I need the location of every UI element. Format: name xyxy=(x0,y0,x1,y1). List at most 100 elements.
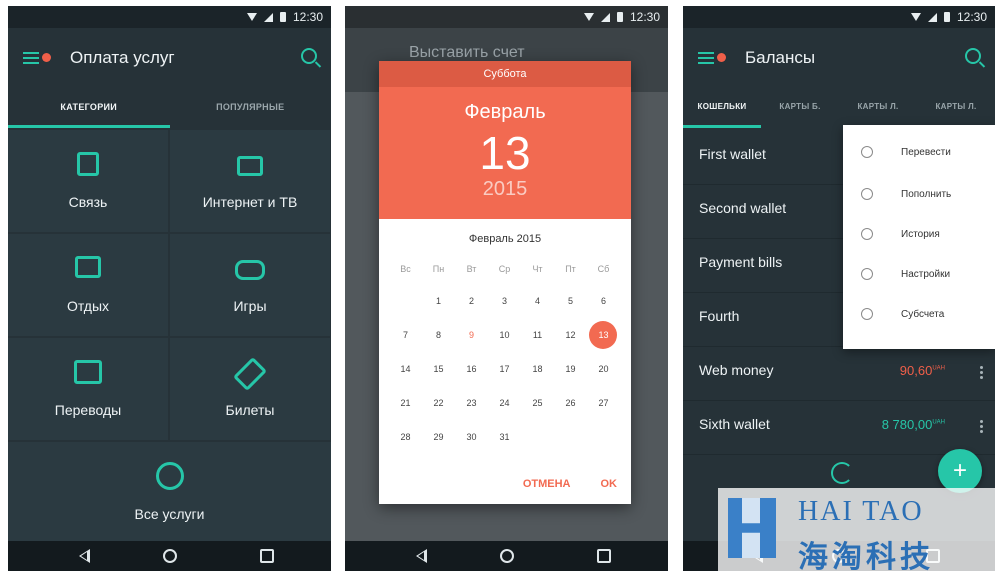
calendar-day[interactable]: 10 xyxy=(488,322,521,348)
wifi-icon xyxy=(910,13,921,21)
menu-icon[interactable] xyxy=(23,52,39,64)
wallet-name: Web money xyxy=(699,362,774,378)
calendar-day[interactable]: 19 xyxy=(554,356,587,382)
notification-dot xyxy=(42,53,51,62)
calendar-day[interactable]: 24 xyxy=(488,390,521,416)
calendar-day[interactable]: 31 xyxy=(488,424,521,450)
calendar-day[interactable]: 29 xyxy=(422,424,455,450)
subaccount-icon xyxy=(861,308,873,320)
calendar-day[interactable]: 16 xyxy=(455,356,488,382)
menu-item-label: Субсчета xyxy=(901,309,945,320)
ok-button[interactable]: OK xyxy=(601,478,618,490)
category-all-services[interactable]: Все услуги xyxy=(8,442,331,542)
calendar-day[interactable]: 2 xyxy=(455,288,488,314)
calendar-day[interactable]: 13 xyxy=(587,322,620,348)
wallet-row[interactable]: Sixth wallet 8 780,00UAH xyxy=(683,400,995,455)
battery-icon xyxy=(279,12,286,22)
home-icon[interactable] xyxy=(162,549,177,563)
menu-item-label: Настройки xyxy=(901,269,951,280)
category-label: Отдых xyxy=(66,298,110,314)
recents-icon[interactable] xyxy=(259,549,274,563)
currency-label: UAH xyxy=(932,365,945,372)
calendar-day[interactable]: 15 xyxy=(422,356,455,382)
search-icon[interactable] xyxy=(301,48,317,64)
cancel-button[interactable]: ОТМЕНА xyxy=(523,478,571,490)
year-label[interactable]: 2015 xyxy=(379,178,631,201)
calendar-day[interactable]: 11 xyxy=(521,322,554,348)
calendar-day[interactable]: 18 xyxy=(521,356,554,382)
calendar-day[interactable]: 25 xyxy=(521,390,554,416)
category-connection[interactable]: Связь xyxy=(8,130,168,232)
gamepad-icon xyxy=(235,260,265,280)
amount-value: 8 780,00 xyxy=(881,417,933,432)
calendar-day[interactable]: 5 xyxy=(554,288,587,314)
screen-payments: 12:30 Оплата услуг КАТЕГОРИИ ПОПУЛЯРНЫЕ … xyxy=(8,6,331,571)
amount-value: 90,60 xyxy=(899,363,933,378)
tab-cards-l[interactable]: КАРТЫ Л. xyxy=(839,92,917,128)
tab-cards-l-2[interactable]: КАРТЫ Л. xyxy=(917,92,995,128)
menu-item-label: История xyxy=(901,229,940,240)
menu-item-subaccounts[interactable]: Субсчета xyxy=(843,295,995,335)
category-label: Переводы xyxy=(54,402,122,418)
menu-icon[interactable] xyxy=(698,52,714,64)
tab-categories[interactable]: КАТЕГОРИИ xyxy=(8,92,170,128)
calendar-day[interactable]: 30 xyxy=(455,424,488,450)
add-wallet-button[interactable]: + xyxy=(938,449,982,493)
calendar-day[interactable]: 4 xyxy=(521,288,554,314)
tab-popular[interactable]: ПОПУЛЯРНЫЕ xyxy=(170,92,332,128)
more-vert-icon[interactable] xyxy=(980,366,983,380)
screen-invoice: 12:30 Выставить счет Суббота Февраль 13 … xyxy=(345,6,668,571)
home-icon[interactable] xyxy=(499,549,514,563)
weekday-header: Сб xyxy=(597,264,610,274)
ticket-icon xyxy=(233,357,267,391)
search-icon[interactable] xyxy=(965,48,981,64)
menu-item-history[interactable]: История xyxy=(843,215,995,255)
calendar-day[interactable]: 14 xyxy=(389,356,422,382)
tab-bar: КАТЕГОРИИ ПОПУЛЯРНЫЕ xyxy=(8,92,331,128)
calendar-day[interactable]: 7 xyxy=(389,322,422,348)
calendar-day[interactable]: 22 xyxy=(422,390,455,416)
tab-wallets[interactable]: КОШЕЛЬКИ xyxy=(683,92,761,128)
calendar-day[interactable]: 20 xyxy=(587,356,620,382)
category-internet-tv[interactable]: Интернет и ТВ xyxy=(170,130,330,232)
tab-cards-b[interactable]: КАРТЫ Б. xyxy=(761,92,839,128)
menu-item-settings[interactable]: Настройки xyxy=(843,255,995,295)
day-label[interactable]: 13 xyxy=(379,126,631,180)
wifi-icon xyxy=(246,13,257,21)
status-bar: 12:30 xyxy=(8,6,331,28)
menu-item-transfer[interactable]: Перевести xyxy=(843,133,995,173)
calendar-day[interactable]: 17 xyxy=(488,356,521,382)
back-icon[interactable] xyxy=(416,549,428,563)
recents-icon[interactable] xyxy=(596,549,611,563)
back-icon[interactable] xyxy=(79,549,91,563)
phone-icon xyxy=(77,152,99,176)
wallet-row[interactable]: Web money 90,60UAH xyxy=(683,346,995,401)
wallet-name: First wallet xyxy=(699,146,766,162)
wallet-name: Payment bills xyxy=(699,254,783,270)
calendar-day[interactable]: 1 xyxy=(422,288,455,314)
weekday-header: Вт xyxy=(466,264,477,274)
calendar-day[interactable]: 8 xyxy=(422,322,455,348)
calendar-day[interactable]: 27 xyxy=(587,390,620,416)
wallet-name: Sixth wallet xyxy=(699,416,770,432)
calendar-day[interactable]: 26 xyxy=(554,390,587,416)
calendar-day[interactable]: 23 xyxy=(455,390,488,416)
calendar-day[interactable]: 28 xyxy=(389,424,422,450)
weekday-header: Ср xyxy=(498,264,511,274)
calendar-day[interactable]: 12 xyxy=(554,322,587,348)
calendar-day[interactable]: 3 xyxy=(488,288,521,314)
category-games[interactable]: Игры xyxy=(170,234,330,336)
category-leisure[interactable]: Отдых xyxy=(8,234,168,336)
battery-icon xyxy=(943,12,950,22)
category-transfers[interactable]: Переводы xyxy=(8,338,168,440)
month-label[interactable]: Февраль xyxy=(379,101,631,124)
calendar-day[interactable]: 21 xyxy=(389,390,422,416)
calendar-day[interactable]: 6 xyxy=(587,288,620,314)
category-tickets[interactable]: Билеты xyxy=(170,338,330,440)
wallet-name: Second wallet xyxy=(699,200,787,216)
calendar-day[interactable]: 9 xyxy=(455,322,488,348)
category-label: Игры xyxy=(233,298,267,314)
more-vert-icon[interactable] xyxy=(980,420,983,434)
signal-icon xyxy=(600,12,610,22)
menu-item-topup[interactable]: Пополнить xyxy=(843,175,995,215)
